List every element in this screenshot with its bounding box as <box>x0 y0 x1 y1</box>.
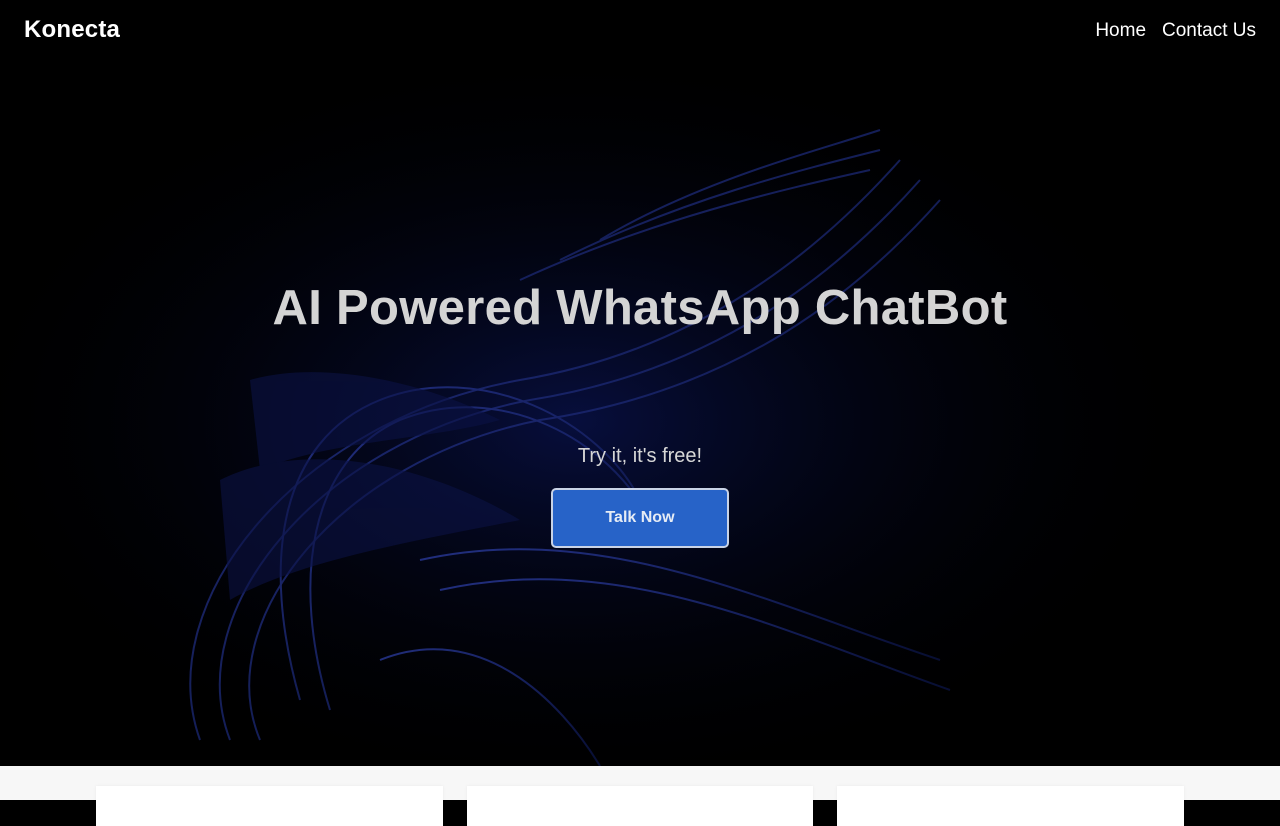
hero-title: AI Powered WhatsApp ChatBot <box>272 281 1008 335</box>
hero-subtitle: Try it, it's free! <box>577 445 703 467</box>
talk-now-button[interactable]: Talk Now <box>551 488 729 548</box>
brand-logo[interactable]: Konecta <box>24 16 120 44</box>
nav-link-contact-us[interactable]: Contact Us <box>1162 20 1256 42</box>
features-section <box>0 766 1280 826</box>
hero-section: Konecta Home Contact Us AI Powered Whats… <box>0 0 1280 766</box>
feature-card <box>837 786 1184 826</box>
feature-card <box>467 786 813 826</box>
top-navbar: Konecta Home Contact Us <box>0 0 1280 64</box>
feature-card <box>96 786 443 826</box>
abstract-ribbon-background <box>0 0 1280 766</box>
nav-link-home[interactable]: Home <box>1095 20 1146 42</box>
nav-links: Home Contact Us <box>1095 20 1256 42</box>
